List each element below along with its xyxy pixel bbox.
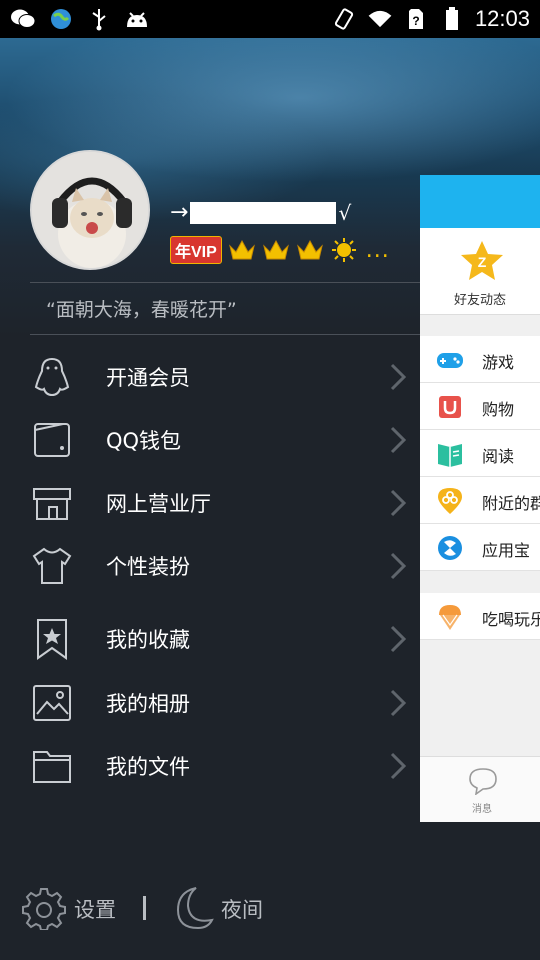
panel-item-games[interactable]: 游戏 xyxy=(420,336,540,383)
menu-item-label: 开通会员 xyxy=(106,366,190,390)
store-icon xyxy=(33,488,71,520)
svg-text:Z: Z xyxy=(478,254,487,270)
nickname-suffix: √ xyxy=(338,200,352,225)
nickname-prefix: → xyxy=(170,200,189,225)
chevron-right-icon xyxy=(390,552,407,580)
panel-item-app-store[interactable]: 应用宝 xyxy=(420,524,540,571)
tshirt-icon xyxy=(32,547,72,584)
panel-item-shopping[interactable]: 购物 xyxy=(420,383,540,430)
panel-item-label: 阅读 xyxy=(482,447,515,466)
crown-icon xyxy=(262,239,289,260)
usb-icon xyxy=(86,7,112,31)
browser-globe-icon xyxy=(48,7,74,31)
panel-item-reading[interactable]: 阅读 xyxy=(420,430,540,477)
chevron-right-icon xyxy=(390,752,407,780)
main-panel-preview[interactable]: Z 好友动态 游戏 购物 阅读 附近的群 应用宝 吃喝玩乐 消息 xyxy=(420,175,540,822)
menu-item-wallet[interactable]: QQ钱包 xyxy=(0,410,420,470)
book-icon xyxy=(438,444,462,467)
avatar-kitten-image xyxy=(32,152,148,268)
menu-item-label: QQ钱包 xyxy=(106,429,182,453)
chevron-right-icon xyxy=(390,489,407,517)
chevron-right-icon xyxy=(390,363,407,391)
wifi-icon xyxy=(367,7,393,31)
signature[interactable]: “面朝大海，春暖花开” xyxy=(46,295,237,322)
panel-item-nearby-groups[interactable]: 附近的群 xyxy=(420,477,540,524)
menu-item-themes[interactable]: 个性装扮 xyxy=(0,536,420,596)
shopping-bag-icon xyxy=(439,396,461,418)
bookmark-star-icon xyxy=(37,619,67,660)
drawer-bottom-bar: 设置 夜间 xyxy=(0,880,420,936)
gear-icon[interactable] xyxy=(22,886,66,930)
ice-cream-icon xyxy=(439,605,461,630)
penguin-icon xyxy=(34,357,70,397)
main-title-bar xyxy=(420,175,540,228)
panel-item-label: 购物 xyxy=(482,400,515,419)
panel-item-label: 附近的群 xyxy=(482,494,540,513)
divider-signature xyxy=(30,334,420,335)
crown-icon xyxy=(296,239,323,260)
menu-item-files[interactable]: 我的文件 xyxy=(0,736,420,796)
chat-bubble-icon xyxy=(469,768,497,795)
level-more: ... xyxy=(365,237,390,263)
panel-item-label: 游戏 xyxy=(482,353,515,372)
nickname-redacted xyxy=(190,201,337,224)
moon-icon[interactable] xyxy=(170,884,214,932)
friend-feed-button[interactable]: Z 好友动态 xyxy=(420,228,540,315)
qzone-star-icon: Z xyxy=(461,241,503,280)
chevron-right-icon xyxy=(390,689,407,717)
menu-item-label: 我的收藏 xyxy=(106,628,190,652)
status-bar: ? 12:03 xyxy=(0,0,540,38)
sun-icon xyxy=(331,238,356,262)
menu-item-favorites[interactable]: 我的收藏 xyxy=(0,609,420,669)
menu-item-business-hall[interactable]: 网上营业厅 xyxy=(0,473,420,533)
panel-item-label: 应用宝 xyxy=(482,541,531,560)
gamepad-icon xyxy=(437,353,463,368)
menu-item-label: 网上营业厅 xyxy=(106,492,211,516)
crown-icon xyxy=(228,239,255,260)
svg-text:?: ? xyxy=(412,14,419,28)
vip-badge: 年VIP xyxy=(170,236,222,264)
app-store-icon xyxy=(438,536,462,560)
photo-album-icon xyxy=(33,685,71,721)
status-time: 12:03 xyxy=(474,6,530,31)
tab-messages-label: 消息 xyxy=(472,804,492,815)
sim-unknown-icon: ? xyxy=(403,7,429,31)
menu-item-album[interactable]: 我的相册 xyxy=(0,673,420,733)
bottom-separator xyxy=(143,896,146,920)
vip-row[interactable]: 年VIP ... xyxy=(170,236,390,264)
tab-messages[interactable]: 消息 xyxy=(420,756,540,822)
menu-item-label: 个性装扮 xyxy=(106,555,190,579)
divider-top xyxy=(30,282,420,283)
menu-item-vip[interactable]: 开通会员 xyxy=(0,347,420,407)
chevron-right-icon xyxy=(390,625,407,653)
menu-item-label: 我的相册 xyxy=(106,692,190,716)
panel-item-food-fun[interactable]: 吃喝玩乐 xyxy=(420,593,540,640)
chevron-right-icon xyxy=(390,426,407,454)
menu-item-label: 我的文件 xyxy=(106,755,190,779)
nearby-group-icon xyxy=(438,488,462,514)
avatar[interactable] xyxy=(30,150,150,270)
wechat-icon xyxy=(10,7,36,31)
folder-icon xyxy=(33,751,71,783)
vibrate-icon xyxy=(331,7,357,31)
settings-button[interactable]: 设置 xyxy=(74,894,116,924)
battery-icon xyxy=(439,7,465,31)
nickname-row[interactable]: → √ xyxy=(170,200,351,225)
friend-feed-label: 好友动态 xyxy=(454,293,507,308)
night-mode-button[interactable]: 夜间 xyxy=(221,894,263,924)
android-icon xyxy=(124,7,150,31)
wallet-icon xyxy=(34,423,70,457)
panel-item-label: 吃喝玩乐 xyxy=(482,610,540,629)
